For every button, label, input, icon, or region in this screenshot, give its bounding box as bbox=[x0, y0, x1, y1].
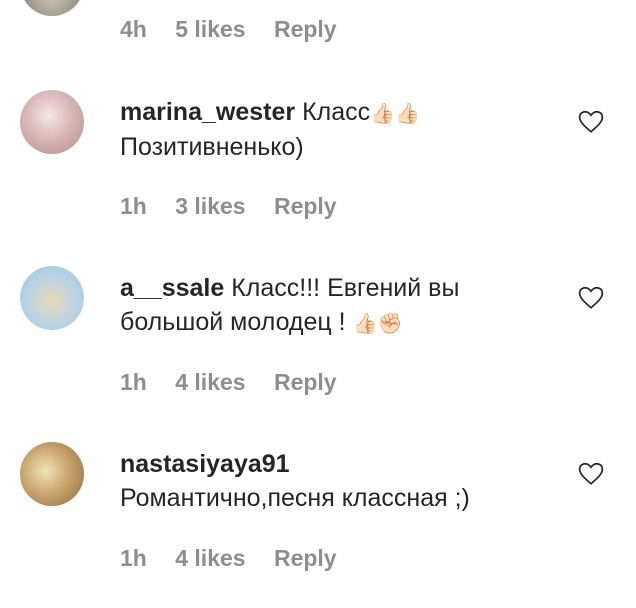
comment-likes[interactable]: 4 likes bbox=[175, 369, 245, 395]
thumbs-fist-emoji: 👍🏻✊🏻 bbox=[352, 311, 403, 335]
comment-meta: 1h 3 likes Reply bbox=[120, 193, 359, 220]
comment-time: 4h bbox=[120, 16, 147, 42]
comment-body: marina_wester Класс👍🏻👍🏻 Позитивненько) bbox=[120, 95, 560, 164]
comment-username[interactable]: nastasiyaya91 bbox=[120, 450, 290, 478]
comment-text-line2: большой молодец ! bbox=[120, 308, 353, 336]
reply-button[interactable]: Reply bbox=[274, 193, 337, 219]
comment-text-line1: Класс bbox=[302, 98, 371, 126]
comment-likes[interactable]: 5 likes bbox=[175, 16, 245, 42]
avatar-prev[interactable] bbox=[20, 0, 84, 16]
heart-icon[interactable] bbox=[578, 286, 604, 310]
heart-icon[interactable] bbox=[578, 462, 604, 486]
comment-meta: 1h 4 likes Reply bbox=[120, 545, 359, 572]
comment-likes[interactable]: 3 likes bbox=[175, 193, 245, 219]
heart-icon[interactable] bbox=[578, 110, 604, 134]
comment-time: 1h bbox=[120, 369, 147, 395]
comment-body: nastasiyaya91 Романтично,песня классная … bbox=[120, 447, 560, 515]
comment-username[interactable]: marina_wester bbox=[120, 98, 295, 126]
comment-meta: 1h 4 likes Reply bbox=[120, 369, 359, 396]
avatar-a-ssale[interactable] bbox=[20, 266, 84, 330]
comment-body: a__ssale Класс!!! Евгений вы большой мол… bbox=[120, 271, 560, 340]
comment-likes[interactable]: 4 likes bbox=[175, 545, 245, 571]
reply-button[interactable]: Reply bbox=[274, 369, 337, 395]
reply-button[interactable]: Reply bbox=[274, 16, 337, 42]
avatar-nastasiyaya91[interactable] bbox=[20, 442, 84, 506]
comment-text-line1: Романтично,песня классная ;) bbox=[120, 484, 470, 512]
thumbs-up-emoji: 👍🏻👍🏻 bbox=[370, 101, 420, 125]
comment-time: 1h bbox=[120, 545, 147, 571]
comment-meta-prev: 4h 5 likes Reply bbox=[120, 16, 359, 43]
comment-time: 1h bbox=[120, 193, 147, 219]
comment-text-line1: Класс!!! Евгений вы bbox=[231, 274, 460, 302]
comment-text-line2: Позитивненько) bbox=[120, 133, 304, 161]
reply-button[interactable]: Reply bbox=[274, 545, 337, 571]
comment-username[interactable]: a__ssale bbox=[120, 274, 224, 302]
avatar-marina-wester[interactable] bbox=[20, 90, 84, 154]
